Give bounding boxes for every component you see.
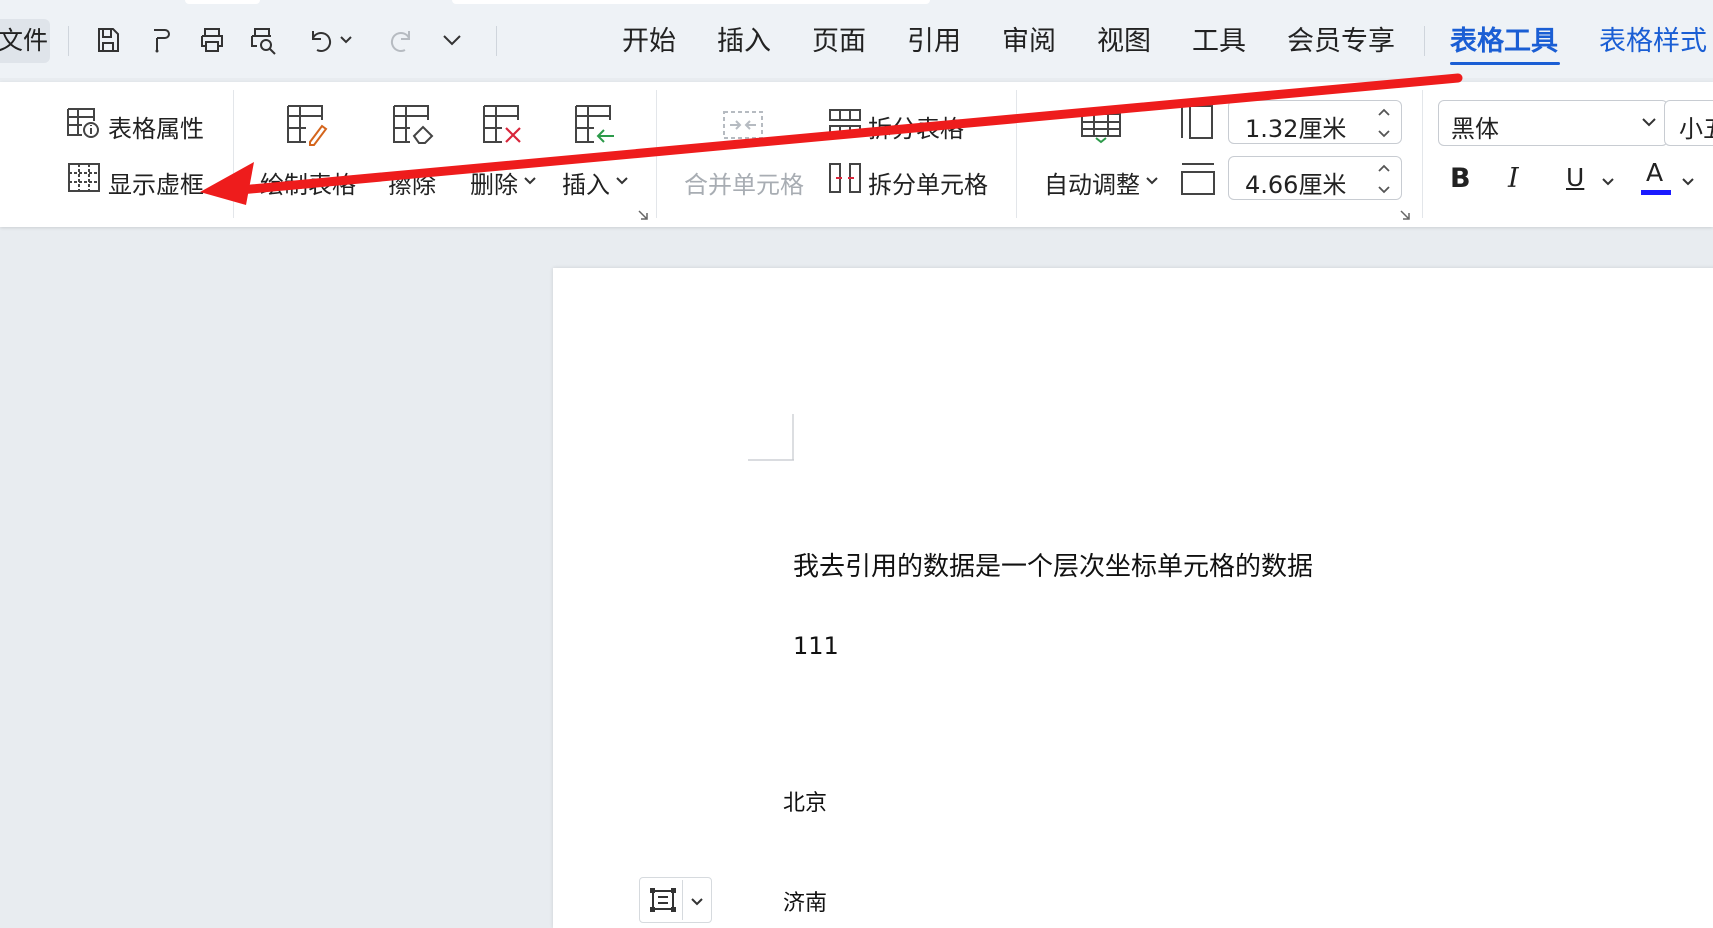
delete-table-icon bbox=[482, 104, 526, 146]
chevron-down-icon bbox=[524, 177, 536, 185]
table-cell-text: 济南 bbox=[783, 891, 828, 916]
auto-fit-icon bbox=[1080, 104, 1122, 144]
file-menu-button[interactable]: 文件 bbox=[0, 19, 50, 63]
more-icon[interactable] bbox=[434, 22, 470, 58]
font-size-select[interactable]: 小五 bbox=[1664, 100, 1713, 146]
chevron-down-icon bbox=[1146, 177, 1158, 185]
font-name-value: 黑体 bbox=[1451, 115, 1499, 143]
document-paragraph: 111 bbox=[793, 632, 839, 660]
eraser-icon bbox=[392, 104, 436, 146]
delete-button[interactable]: 删除 bbox=[470, 165, 518, 200]
draw-table-icon bbox=[286, 104, 330, 146]
split-cells-button[interactable]: 拆分单元格 bbox=[868, 165, 988, 200]
table-properties-button[interactable]: 表格属性 bbox=[108, 109, 204, 144]
print-preview-icon[interactable] bbox=[246, 22, 282, 58]
table-cell-text: 北京 bbox=[783, 791, 828, 816]
bold-button[interactable]: B bbox=[1450, 163, 1471, 194]
column-width-input[interactable]: 4.66厘米 bbox=[1228, 156, 1402, 200]
erase-button[interactable]: 擦除 bbox=[388, 165, 436, 200]
margin-corner-mark bbox=[748, 414, 794, 462]
chevron-down-icon[interactable] bbox=[1602, 178, 1614, 186]
show-gridlines-icon bbox=[68, 163, 100, 193]
tab-strip-edge bbox=[452, 0, 930, 4]
format-painter-icon[interactable] bbox=[142, 22, 178, 58]
chevron-down-icon[interactable] bbox=[690, 897, 704, 906]
show-gridlines-button[interactable]: 显示虚框 bbox=[108, 165, 204, 200]
ribbon-toolbar: 表格属性 显示虚框 绘制表格 擦除 删除 插入 合并单元格 拆分表格 拆分单元格 bbox=[0, 82, 1713, 227]
tab-view[interactable]: 视图 bbox=[1097, 20, 1151, 64]
save-icon[interactable] bbox=[90, 22, 126, 58]
table-properties-icon bbox=[66, 107, 100, 139]
tab-table-tools[interactable]: 表格工具 bbox=[1450, 20, 1558, 64]
chevron-down-icon bbox=[616, 177, 628, 185]
title-bar: 文件 开始 插入 页面 引用 审阅 视图 工具 会员专享 表格工具 表格样式 bbox=[0, 0, 1713, 78]
split-table-icon bbox=[828, 108, 862, 138]
insert-table-icon bbox=[574, 104, 618, 146]
table-row-handle[interactable] bbox=[639, 877, 712, 923]
tab-table-style[interactable]: 表格样式 bbox=[1599, 20, 1707, 64]
chevron-down-icon bbox=[1641, 117, 1657, 127]
divider bbox=[656, 90, 657, 218]
tab-member[interactable]: 会员专享 bbox=[1287, 20, 1395, 64]
row-height-icon bbox=[1180, 104, 1216, 140]
divider bbox=[1422, 90, 1423, 218]
tab-review[interactable]: 审阅 bbox=[1002, 20, 1056, 64]
font-size-value: 小五 bbox=[1679, 115, 1713, 143]
stepper-icon[interactable] bbox=[1375, 161, 1393, 197]
table-handle-icon bbox=[648, 886, 678, 914]
row-height-input[interactable]: 1.32厘米 bbox=[1228, 100, 1402, 144]
stepper-icon[interactable] bbox=[1375, 105, 1393, 141]
font-color-button[interactable]: A bbox=[1646, 158, 1663, 187]
dialog-launcher-icon[interactable] bbox=[638, 210, 648, 220]
divider bbox=[1424, 26, 1425, 56]
divider bbox=[68, 26, 69, 56]
tab-home[interactable]: 开始 bbox=[622, 20, 676, 64]
document-paragraph: 我去引用的数据是一个层次坐标单元格的数据 bbox=[793, 552, 1314, 582]
divider bbox=[682, 880, 683, 920]
italic-button[interactable]: I bbox=[1508, 163, 1519, 194]
dialog-launcher-icon[interactable] bbox=[1400, 210, 1410, 220]
column-width-icon bbox=[1180, 162, 1216, 198]
divider bbox=[496, 26, 497, 56]
active-tab-indicator bbox=[1450, 62, 1560, 65]
font-color-swatch bbox=[1641, 190, 1671, 195]
divider bbox=[233, 90, 234, 218]
redo-icon[interactable] bbox=[384, 22, 420, 58]
split-table-button[interactable]: 拆分表格 bbox=[868, 109, 964, 144]
tab-references[interactable]: 引用 bbox=[907, 20, 961, 64]
tab-strip-edge bbox=[185, 0, 260, 4]
tab-page[interactable]: 页面 bbox=[812, 20, 866, 64]
auto-fit-button[interactable]: 自动调整 bbox=[1044, 165, 1140, 200]
undo-dropdown-icon[interactable] bbox=[336, 22, 356, 58]
divider bbox=[1016, 90, 1017, 218]
document-page[interactable] bbox=[553, 268, 1713, 928]
row-height-value: 1.32厘米 bbox=[1245, 115, 1347, 143]
tab-insert[interactable]: 插入 bbox=[717, 20, 771, 64]
insert-button[interactable]: 插入 bbox=[562, 165, 610, 200]
column-width-value: 4.66厘米 bbox=[1245, 171, 1347, 199]
merge-cells-icon bbox=[722, 110, 764, 140]
split-cells-icon bbox=[828, 162, 862, 194]
chevron-down-icon[interactable] bbox=[1682, 178, 1694, 186]
underline-button[interactable]: U bbox=[1566, 163, 1584, 192]
draw-table-button[interactable]: 绘制表格 bbox=[260, 165, 356, 200]
font-name-select[interactable]: 黑体 bbox=[1438, 100, 1668, 146]
tab-tools[interactable]: 工具 bbox=[1192, 20, 1246, 64]
undo-icon[interactable] bbox=[302, 22, 338, 58]
print-icon[interactable] bbox=[194, 22, 230, 58]
merge-cells-button[interactable]: 合并单元格 bbox=[684, 165, 804, 200]
